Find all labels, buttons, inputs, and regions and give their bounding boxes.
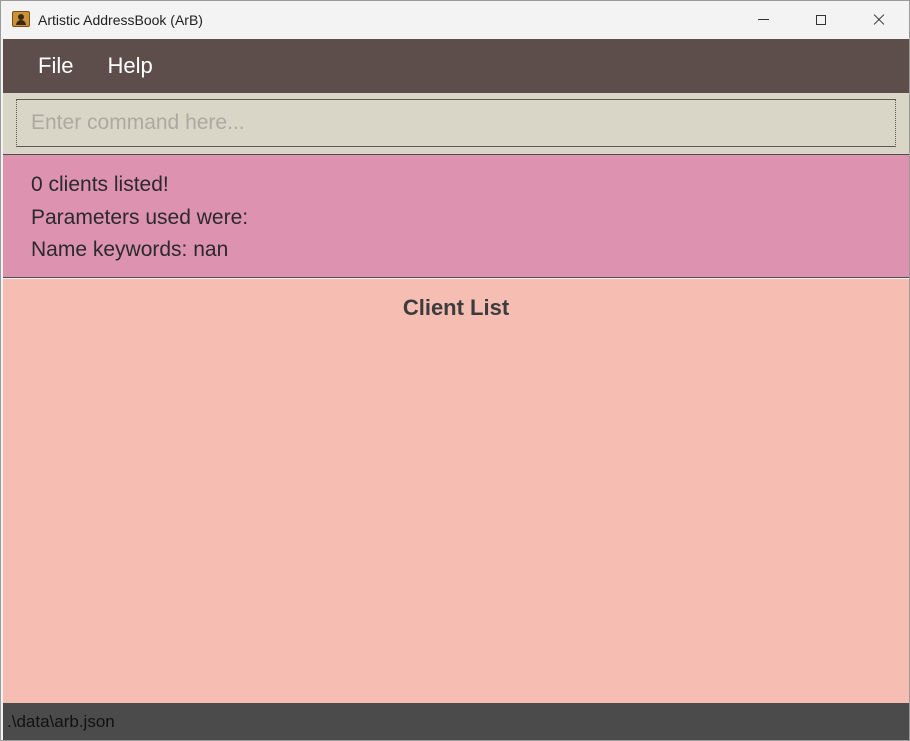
addressbook-app-icon <box>12 11 30 27</box>
result-line: 0 clients listed! <box>31 173 169 196</box>
client-list-title: Client List <box>402 295 510 320</box>
close-icon <box>872 13 886 27</box>
menu-help[interactable]: Help <box>90 39 169 93</box>
maximize-button[interactable] <box>792 1 850 38</box>
command-box <box>3 93 909 154</box>
minimize-button[interactable] <box>734 1 792 38</box>
command-input[interactable] <box>16 99 896 147</box>
status-bar: .\data\arb.json <box>3 703 909 740</box>
maximize-icon <box>816 14 826 25</box>
result-line: Name keywords: nan <box>31 238 229 261</box>
title-bar[interactable]: Artistic AddressBook (ArB) <box>1 1 909 38</box>
save-file-path: .\data\arb.json <box>7 712 115 731</box>
close-button[interactable] <box>850 1 908 38</box>
result-display: 0 clients listed! Parameters used were: … <box>3 154 909 278</box>
minimize-icon <box>757 19 769 20</box>
client-list-panel[interactable]: Client List <box>3 279 909 703</box>
menu-file[interactable]: File <box>21 39 90 93</box>
app-window: Artistic AddressBook (ArB) File Help 0 c… <box>0 0 910 741</box>
result-line: Parameters used were: <box>31 206 249 229</box>
command-input-edge-right <box>895 99 897 147</box>
menu-bar: File Help <box>3 39 909 93</box>
window-title: Artistic AddressBook (ArB) <box>38 12 203 28</box>
command-input-edge-left <box>16 99 18 147</box>
